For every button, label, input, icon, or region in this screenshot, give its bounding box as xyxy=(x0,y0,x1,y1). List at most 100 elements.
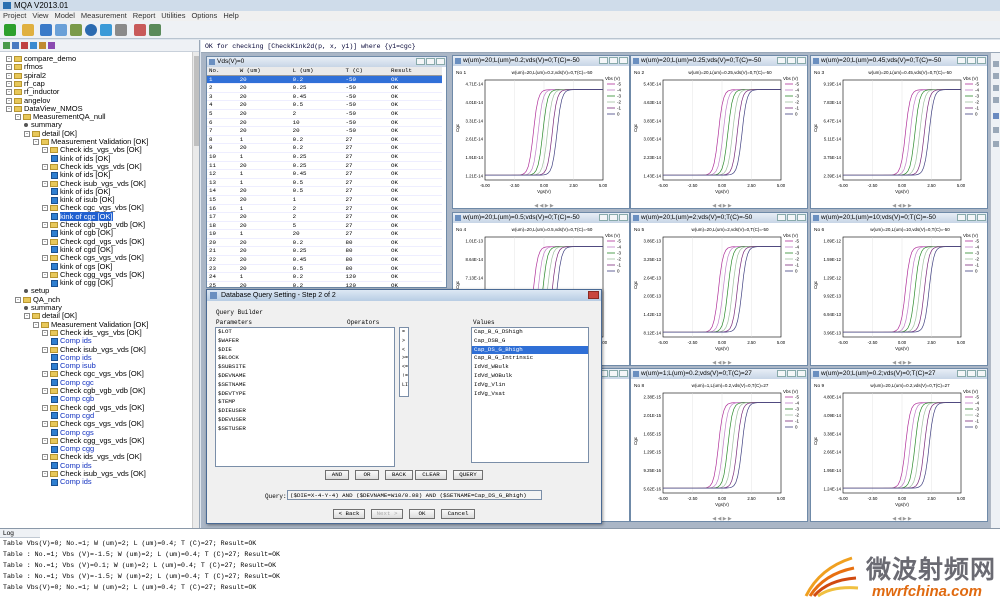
expand-toggle-icon[interactable]: - xyxy=(42,471,48,478)
info-icon[interactable] xyxy=(85,24,97,36)
list-item[interactable]: LIKE xyxy=(400,381,408,390)
expand-toggle-icon[interactable]: - xyxy=(42,421,48,428)
expand-toggle-icon[interactable]: - xyxy=(6,97,12,104)
expand-toggle-icon[interactable]: - xyxy=(24,313,30,320)
close-button[interactable] xyxy=(797,214,806,221)
minimize-button[interactable] xyxy=(599,57,608,64)
query-clear-button[interactable]: CLEAR xyxy=(415,470,447,480)
plot-window[interactable]: w(um)=20;L(um)=2;vds(V)=0;T(C)=-50 -5 -4 -3… xyxy=(630,212,808,366)
column-header[interactable]: T (C) xyxy=(343,67,390,76)
list-item[interactable]: $BLOCK xyxy=(216,354,394,363)
close-button[interactable] xyxy=(977,57,986,64)
maximize-button[interactable] xyxy=(967,214,976,221)
list-item[interactable]: > xyxy=(400,337,408,346)
table-row[interactable]: 23 20 0.5 80 OK xyxy=(207,264,442,274)
zoom-out-icon[interactable] xyxy=(993,73,999,79)
cgc-vgs-plot[interactable]: -5-4-3-2-10 2.38E-15 2.01E-15 1.65E-15 1.29E… xyxy=(631,379,809,523)
table-row[interactable]: 10 1 0.25 27 OK xyxy=(207,152,442,162)
close-button[interactable] xyxy=(797,370,806,377)
expand-toggle-icon[interactable]: - xyxy=(42,147,48,154)
column-header[interactable]: W (um) xyxy=(237,67,291,76)
tree-node[interactable]: kink of cgg [OK] xyxy=(51,278,113,287)
query-or-button[interactable]: OR xyxy=(355,470,379,480)
expand-toggle-icon[interactable]: - xyxy=(6,64,12,71)
next-button[interactable]: Next > xyxy=(371,509,403,519)
plot-window-titlebar[interactable]: w(um)=20;L(um)=0.45;vds(V)=0;T(C)=-50 xyxy=(811,56,987,66)
table-row[interactable]: 17 20 2 27 OK xyxy=(207,212,442,222)
log-tab[interactable]: Log xyxy=(0,529,40,538)
list-item[interactable]: $SUBSITE xyxy=(216,363,394,372)
query-and-button[interactable]: AND xyxy=(325,470,349,480)
query-text-field[interactable]: ($DIE=X-4-Y-4) AND ($DEVNAME=W10/0.08) A… xyxy=(287,490,542,500)
tree-scrollbar[interactable] xyxy=(192,52,199,528)
list-item[interactable]: <= xyxy=(400,363,408,372)
ok-button[interactable]: OK xyxy=(409,509,435,519)
cgc-vgs-plot[interactable]: -5-4-3-2-10 4.71E-14 4.01E-14 3.31E-14 2.61E… xyxy=(453,66,631,210)
maximize-button[interactable] xyxy=(609,214,618,221)
column-header[interactable]: L (um) xyxy=(290,67,344,76)
list-item[interactable]: IdVd_WBulk xyxy=(472,363,588,372)
fit-icon[interactable] xyxy=(993,127,999,133)
table-row[interactable]: 3 20 0.45 -50 OK xyxy=(207,92,442,102)
expand-toggle-icon[interactable]: - xyxy=(42,205,48,212)
menu-utilities[interactable]: Utilities xyxy=(161,11,185,20)
column-header[interactable]: Result xyxy=(389,67,442,76)
expand-toggle-icon[interactable]: - xyxy=(33,321,39,328)
close-button[interactable] xyxy=(797,57,806,64)
maximize-button[interactable] xyxy=(787,214,796,221)
tree-scrollbar-thumb[interactable] xyxy=(194,56,199,146)
maximize-button[interactable] xyxy=(967,57,976,64)
list-item[interactable]: IdVg_Vlin xyxy=(472,381,588,390)
report-icon[interactable] xyxy=(134,24,146,36)
expand-toggle-icon[interactable]: - xyxy=(6,72,12,79)
chart-icon[interactable] xyxy=(70,24,82,36)
table-row[interactable]: 5 20 2 -50 OK xyxy=(207,109,442,119)
minimize-button[interactable] xyxy=(957,214,966,221)
move-icon[interactable] xyxy=(993,113,999,119)
table-row[interactable]: 1 20 0.2 -50 OK xyxy=(207,75,442,85)
list-item[interactable]: $DIEUSER xyxy=(216,407,394,416)
table-row[interactable]: 25 20 0.2 120 OK xyxy=(207,281,442,287)
minimize-button[interactable] xyxy=(416,58,425,65)
run-icon[interactable] xyxy=(4,24,16,36)
menu-measurement[interactable]: Measurement xyxy=(81,11,127,20)
delete-icon[interactable] xyxy=(21,42,28,49)
plot-window-titlebar[interactable]: w(um)=20;L(um)=0.5;vds(V)=0;T(C)=-50 xyxy=(453,213,629,223)
operators-list[interactable]: =><>=<=!=LIKE xyxy=(399,327,409,397)
minimize-button[interactable] xyxy=(777,214,786,221)
maximize-button[interactable] xyxy=(609,57,618,64)
menu-report[interactable]: Report xyxy=(133,11,156,20)
dialog-titlebar[interactable]: Database Query Setting - Step 2 of 2 xyxy=(207,290,601,301)
list-item[interactable]: $TEMP xyxy=(216,398,394,407)
expand-toggle-icon[interactable]: - xyxy=(42,346,48,353)
plot-window[interactable]: w(um)=20;L(um)=0.25;vds(V)=0;T(C)=-50 -5-… xyxy=(630,55,808,209)
list-item[interactable]: Cap_DS_G_Bhigh xyxy=(472,345,588,355)
table-row[interactable]: 7 20 20 -50 OK xyxy=(207,126,442,136)
table-row[interactable]: 14 20 0.5 27 OK xyxy=(207,186,442,196)
column-header[interactable]: No. xyxy=(207,67,238,76)
export-icon[interactable] xyxy=(149,24,161,36)
menu-help[interactable]: Help xyxy=(223,11,238,20)
list-item[interactable]: $SETUSER xyxy=(216,425,394,434)
expand-toggle-icon[interactable]: - xyxy=(24,130,30,137)
maximize-button[interactable] xyxy=(426,58,435,65)
query-query-button[interactable]: QUERY xyxy=(453,470,483,480)
table-row[interactable]: 4 20 0.5 -50 OK xyxy=(207,100,442,110)
table-row[interactable]: 9 20 0.2 27 OK xyxy=(207,143,442,153)
close-button[interactable] xyxy=(977,214,986,221)
expand-toggle-icon[interactable]: - xyxy=(6,56,12,63)
maximize-button[interactable] xyxy=(609,370,618,377)
globe-icon[interactable] xyxy=(100,24,112,36)
cancel-button[interactable]: Cancel xyxy=(441,509,475,519)
plot-window[interactable]: w(um)=20;L(um)=0.2;vds(V)=0;T(C)=-50 -5 -4… xyxy=(452,55,630,209)
parameters-list[interactable]: $LOT $WAFER $DIE $BLOCK $SUBSITE $DEVNAME $SET… xyxy=(215,327,395,467)
plot-window-titlebar[interactable]: w(um)=20;L(um)=10;vds(V)=0;T(C)=-50 xyxy=(811,213,987,223)
vds-table-window-titlebar[interactable]: Vds(V)=0 xyxy=(207,57,446,67)
table-row[interactable]: 22 20 0.45 80 OK xyxy=(207,255,442,265)
list-item[interactable]: >= xyxy=(400,354,408,363)
plot-window[interactable]: w(um)=20;L(um)=0.2;vds(V)=0;T(C)=27 -5 -4-… xyxy=(810,368,988,522)
minimize-button[interactable] xyxy=(777,370,786,377)
list-item[interactable]: Cap_DSB_G xyxy=(472,337,588,346)
minimize-button[interactable] xyxy=(777,57,786,64)
table-row[interactable]: 6 20 10 -50 OK xyxy=(207,118,442,128)
